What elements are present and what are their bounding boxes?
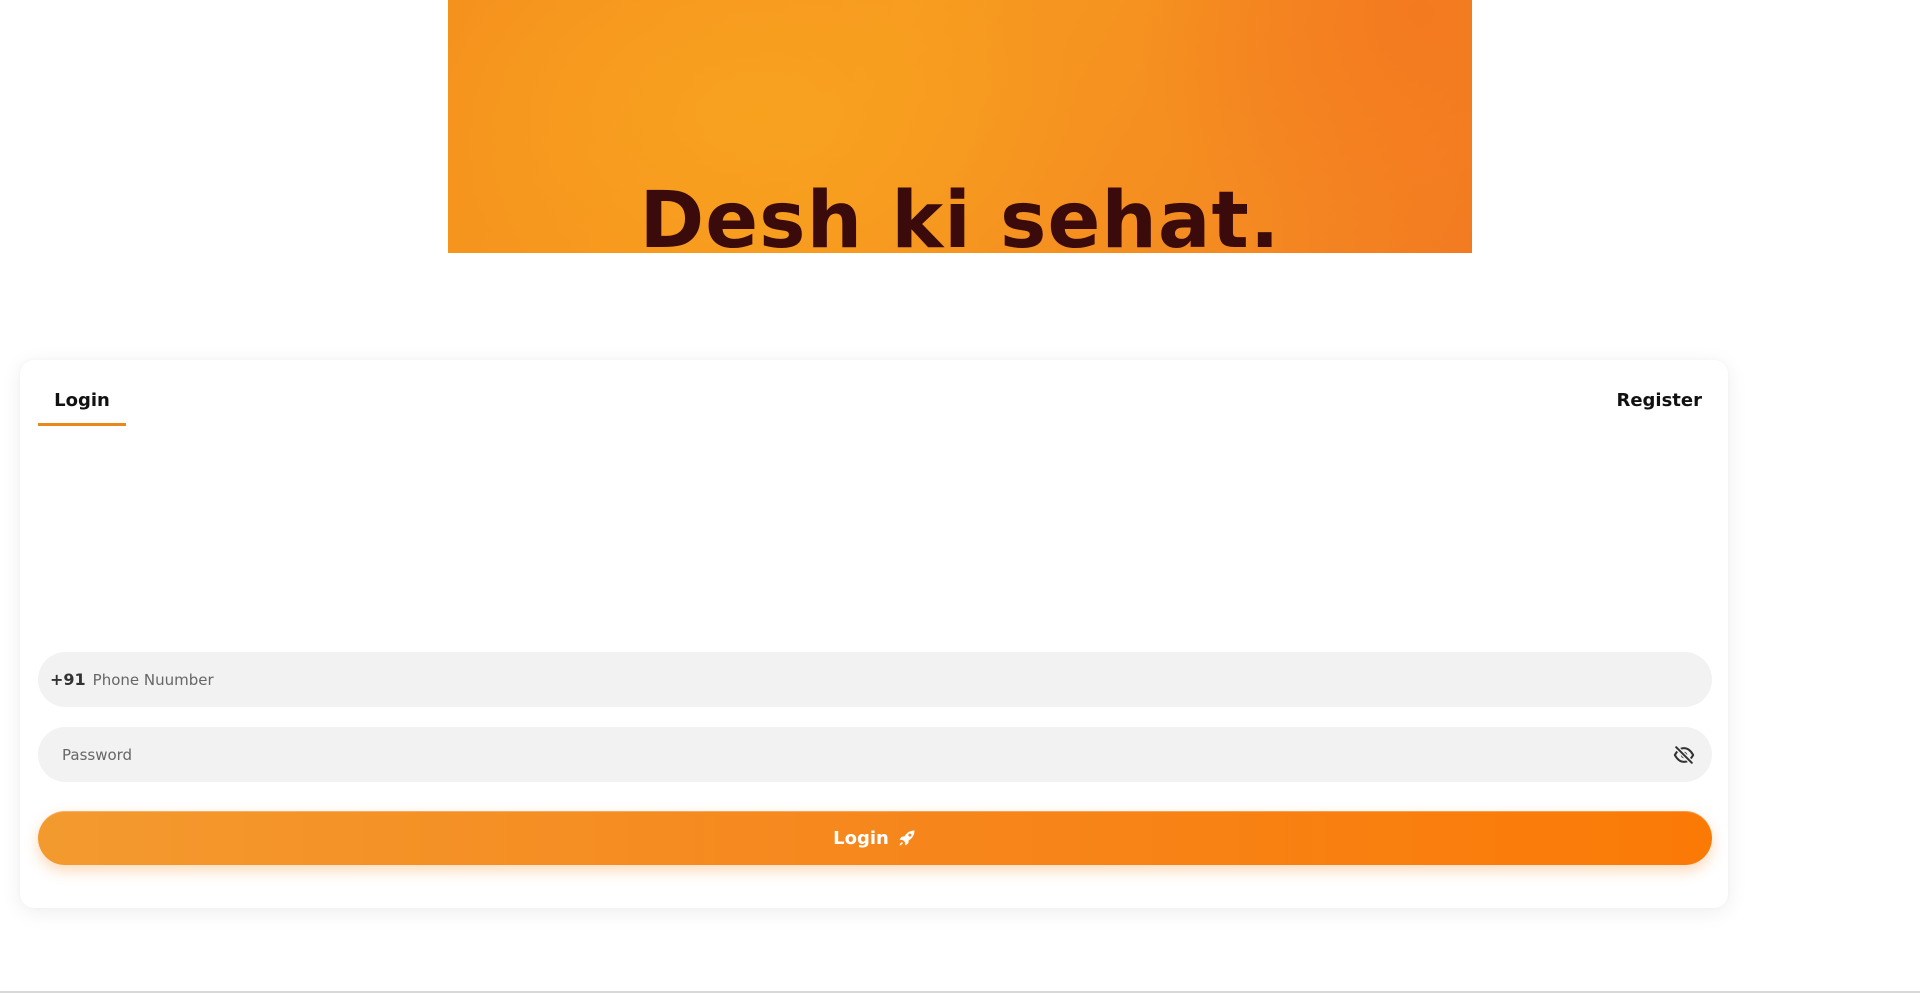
eye-slash-icon[interactable] — [1672, 743, 1696, 767]
rocket-icon — [897, 828, 917, 848]
country-code-prefix: +91 — [50, 670, 86, 689]
password-field — [38, 727, 1712, 782]
hero-banner: Desh ki sehat. — [448, 0, 1472, 253]
tab-login[interactable]: Login — [38, 390, 126, 426]
password-input[interactable] — [62, 745, 1672, 764]
auth-card: Login Register +91 Login — [20, 360, 1728, 908]
phone-input[interactable] — [92, 670, 1712, 689]
login-submit-label: Login — [833, 827, 889, 849]
phone-field: +91 — [38, 652, 1712, 707]
login-submit-button[interactable]: Login — [38, 811, 1712, 865]
tab-register[interactable]: Register — [1616, 390, 1702, 411]
hero-tagline: Desh ki sehat. — [639, 176, 1281, 253]
login-page: Desh ki sehat. Login Register +91 Login — [0, 0, 1920, 993]
